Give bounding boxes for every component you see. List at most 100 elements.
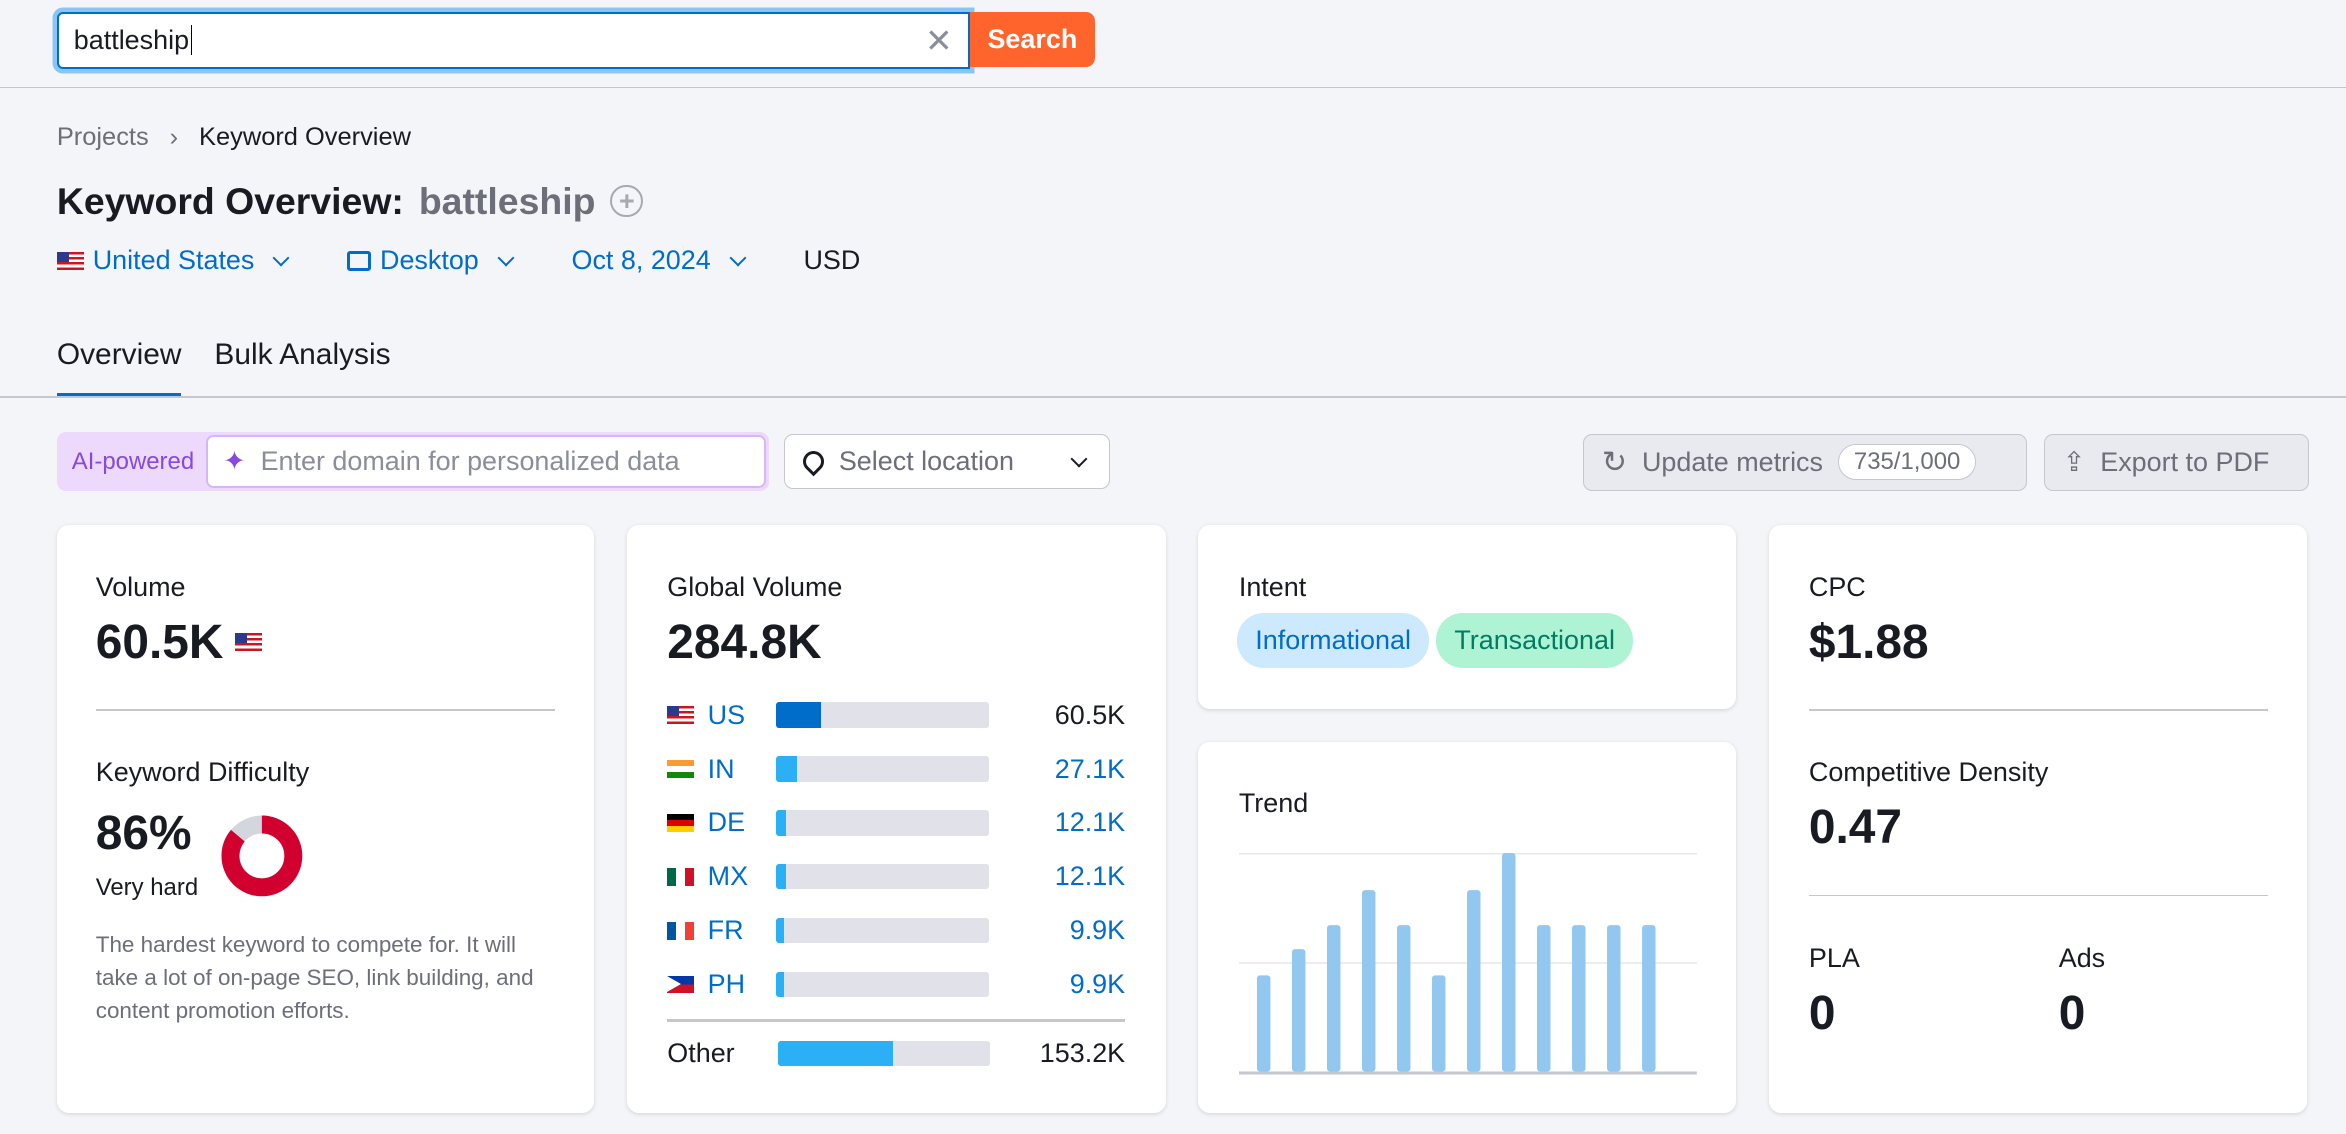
currency-label: USD [803,245,861,276]
title-label: Keyword Overview: [56,179,404,222]
trend-bar[interactable] [1501,852,1516,1072]
divider [1808,709,2269,711]
tab-bulk-analysis[interactable]: Bulk Analysis [214,338,390,397]
trend-bar[interactable] [1536,924,1551,1072]
country-volume[interactable]: 9.9K [1070,969,1125,1000]
chevron-down-icon [1070,450,1088,468]
us-flag-icon [667,706,695,725]
share-bar-fill [776,864,786,890]
chevron-right-icon: › [169,122,179,151]
country-row-us: US 60.5K [667,700,1125,730]
share-bar [776,917,989,944]
chevron-down-icon [729,249,747,267]
share-bar-fill [776,917,784,944]
trend-bar[interactable] [1326,924,1341,1072]
divider [0,396,2346,398]
close-icon[interactable]: ✕ [925,21,953,60]
domain-input[interactable]: ✦ Enter domain for personalized data [206,435,767,488]
desktop-icon [347,251,372,271]
trend-bar[interactable] [1256,975,1271,1072]
breadcrumb-current: Keyword Overview [199,122,411,151]
kd-value: 86% [95,807,192,861]
share-bar-fill [776,971,784,998]
device-label: Desktop [380,245,479,276]
global-volume-label: Global Volume [667,571,843,602]
us-flag-icon [235,633,263,652]
divider [0,86,2346,89]
country-select[interactable]: United States [56,245,293,276]
trend-bar[interactable] [1571,924,1586,1072]
global-volume-card: Global Volume 284.8K US 60.5K IN 27.1K D… [626,525,1166,1114]
country-volume[interactable]: 12.1K [1055,807,1125,838]
country-code[interactable]: IN [708,754,777,785]
page: battleship ✕ Search Projects › Keyword Ov… [0,0,2346,1134]
country-code[interactable]: PH [708,969,777,1000]
country-code[interactable]: US [708,700,777,731]
refresh-icon: ↻ [1601,445,1627,479]
share-bar [776,971,989,998]
country-code[interactable]: MX [708,861,777,892]
cpc-value: $1.88 [1808,615,1929,669]
volume-card: Volume 60.5K Keyword Difficulty 86% Very… [56,525,594,1114]
trend-label: Trend [1238,788,1309,819]
trend-bar[interactable] [1361,889,1376,1072]
de-flag-icon [667,813,695,832]
country-volume[interactable]: 27.1K [1055,754,1125,785]
trend-bar[interactable] [1431,975,1446,1072]
trend-bar[interactable] [1396,924,1411,1072]
country-row-ph: PH 9.9K [667,969,1125,1000]
trend-chart [1238,852,1697,1075]
country-row-fr: FR 9.9K [667,915,1125,946]
breadcrumb-projects[interactable]: Projects [57,123,149,152]
competitive-density-label: Competitive Density [1808,757,2049,788]
export-pdf-button[interactable]: ⇪ Export to PDF [2043,433,2309,491]
country-row-other: Other 153.2K [667,1038,1125,1068]
kd-text: Very hard [95,873,199,901]
tabs: Overview Bulk Analysis [56,338,391,398]
sparkle-icon: ✦ [223,446,246,477]
add-circle-icon[interactable]: + [610,184,644,218]
share-bar [778,1040,991,1067]
trend-bar[interactable] [1291,948,1306,1072]
in-flag-icon [667,760,695,778]
country-row-mx: MX 12.1K [667,861,1125,892]
fr-flag-icon [667,921,695,940]
search-input[interactable]: battleship ✕ [56,11,970,69]
share-bar [776,702,989,728]
device-select[interactable]: Desktop [347,245,518,276]
intent-transactional-badge: Transactional [1436,613,1633,669]
location-pin-icon [798,446,829,477]
update-metrics-button[interactable]: ↻ Update metrics 735/1,000 [1582,433,2028,491]
search-value: battleship [73,24,190,55]
share-bar [776,756,989,782]
country-code[interactable]: DE [708,807,777,838]
divider [95,709,556,711]
intent-informational-badge: Informational [1237,613,1429,669]
pla-value: 0 [1808,986,1836,1040]
country-row-in: IN 27.1K [667,754,1125,784]
tab-overview[interactable]: Overview [56,338,182,398]
kd-description: The hardest keyword to compete for. It w… [95,932,534,1023]
page-title: Keyword Overview: battleship + [56,179,644,223]
ai-powered-label: AI-powered [71,447,195,475]
divider [667,1018,1126,1022]
country-volume[interactable]: 9.9K [1070,915,1125,946]
trend-bar[interactable] [1606,924,1621,1072]
divider [1808,894,2269,897]
country-volume[interactable]: 12.1K [1055,861,1125,892]
country-volume: 60.5K [1054,699,1126,730]
location-select[interactable]: Select location [784,433,1111,490]
search-button[interactable]: Search [969,11,1096,68]
competitive-density-value: 0.47 [1808,801,1903,855]
country-row-de: DE 12.1K [667,807,1125,838]
update-label: Update metrics [1641,446,1823,477]
date-select[interactable]: Oct 8, 2024 [572,245,750,276]
trend-bar[interactable] [1466,889,1481,1072]
other-value: 153.2K [1039,1037,1126,1068]
share-bar-fill [776,810,786,836]
date-label: Oct 8, 2024 [571,245,711,276]
share-bar-fill [776,756,797,782]
country-code[interactable]: FR [708,915,777,946]
trend-bar[interactable] [1641,924,1656,1072]
update-count-badge: 735/1,000 [1837,444,1977,481]
